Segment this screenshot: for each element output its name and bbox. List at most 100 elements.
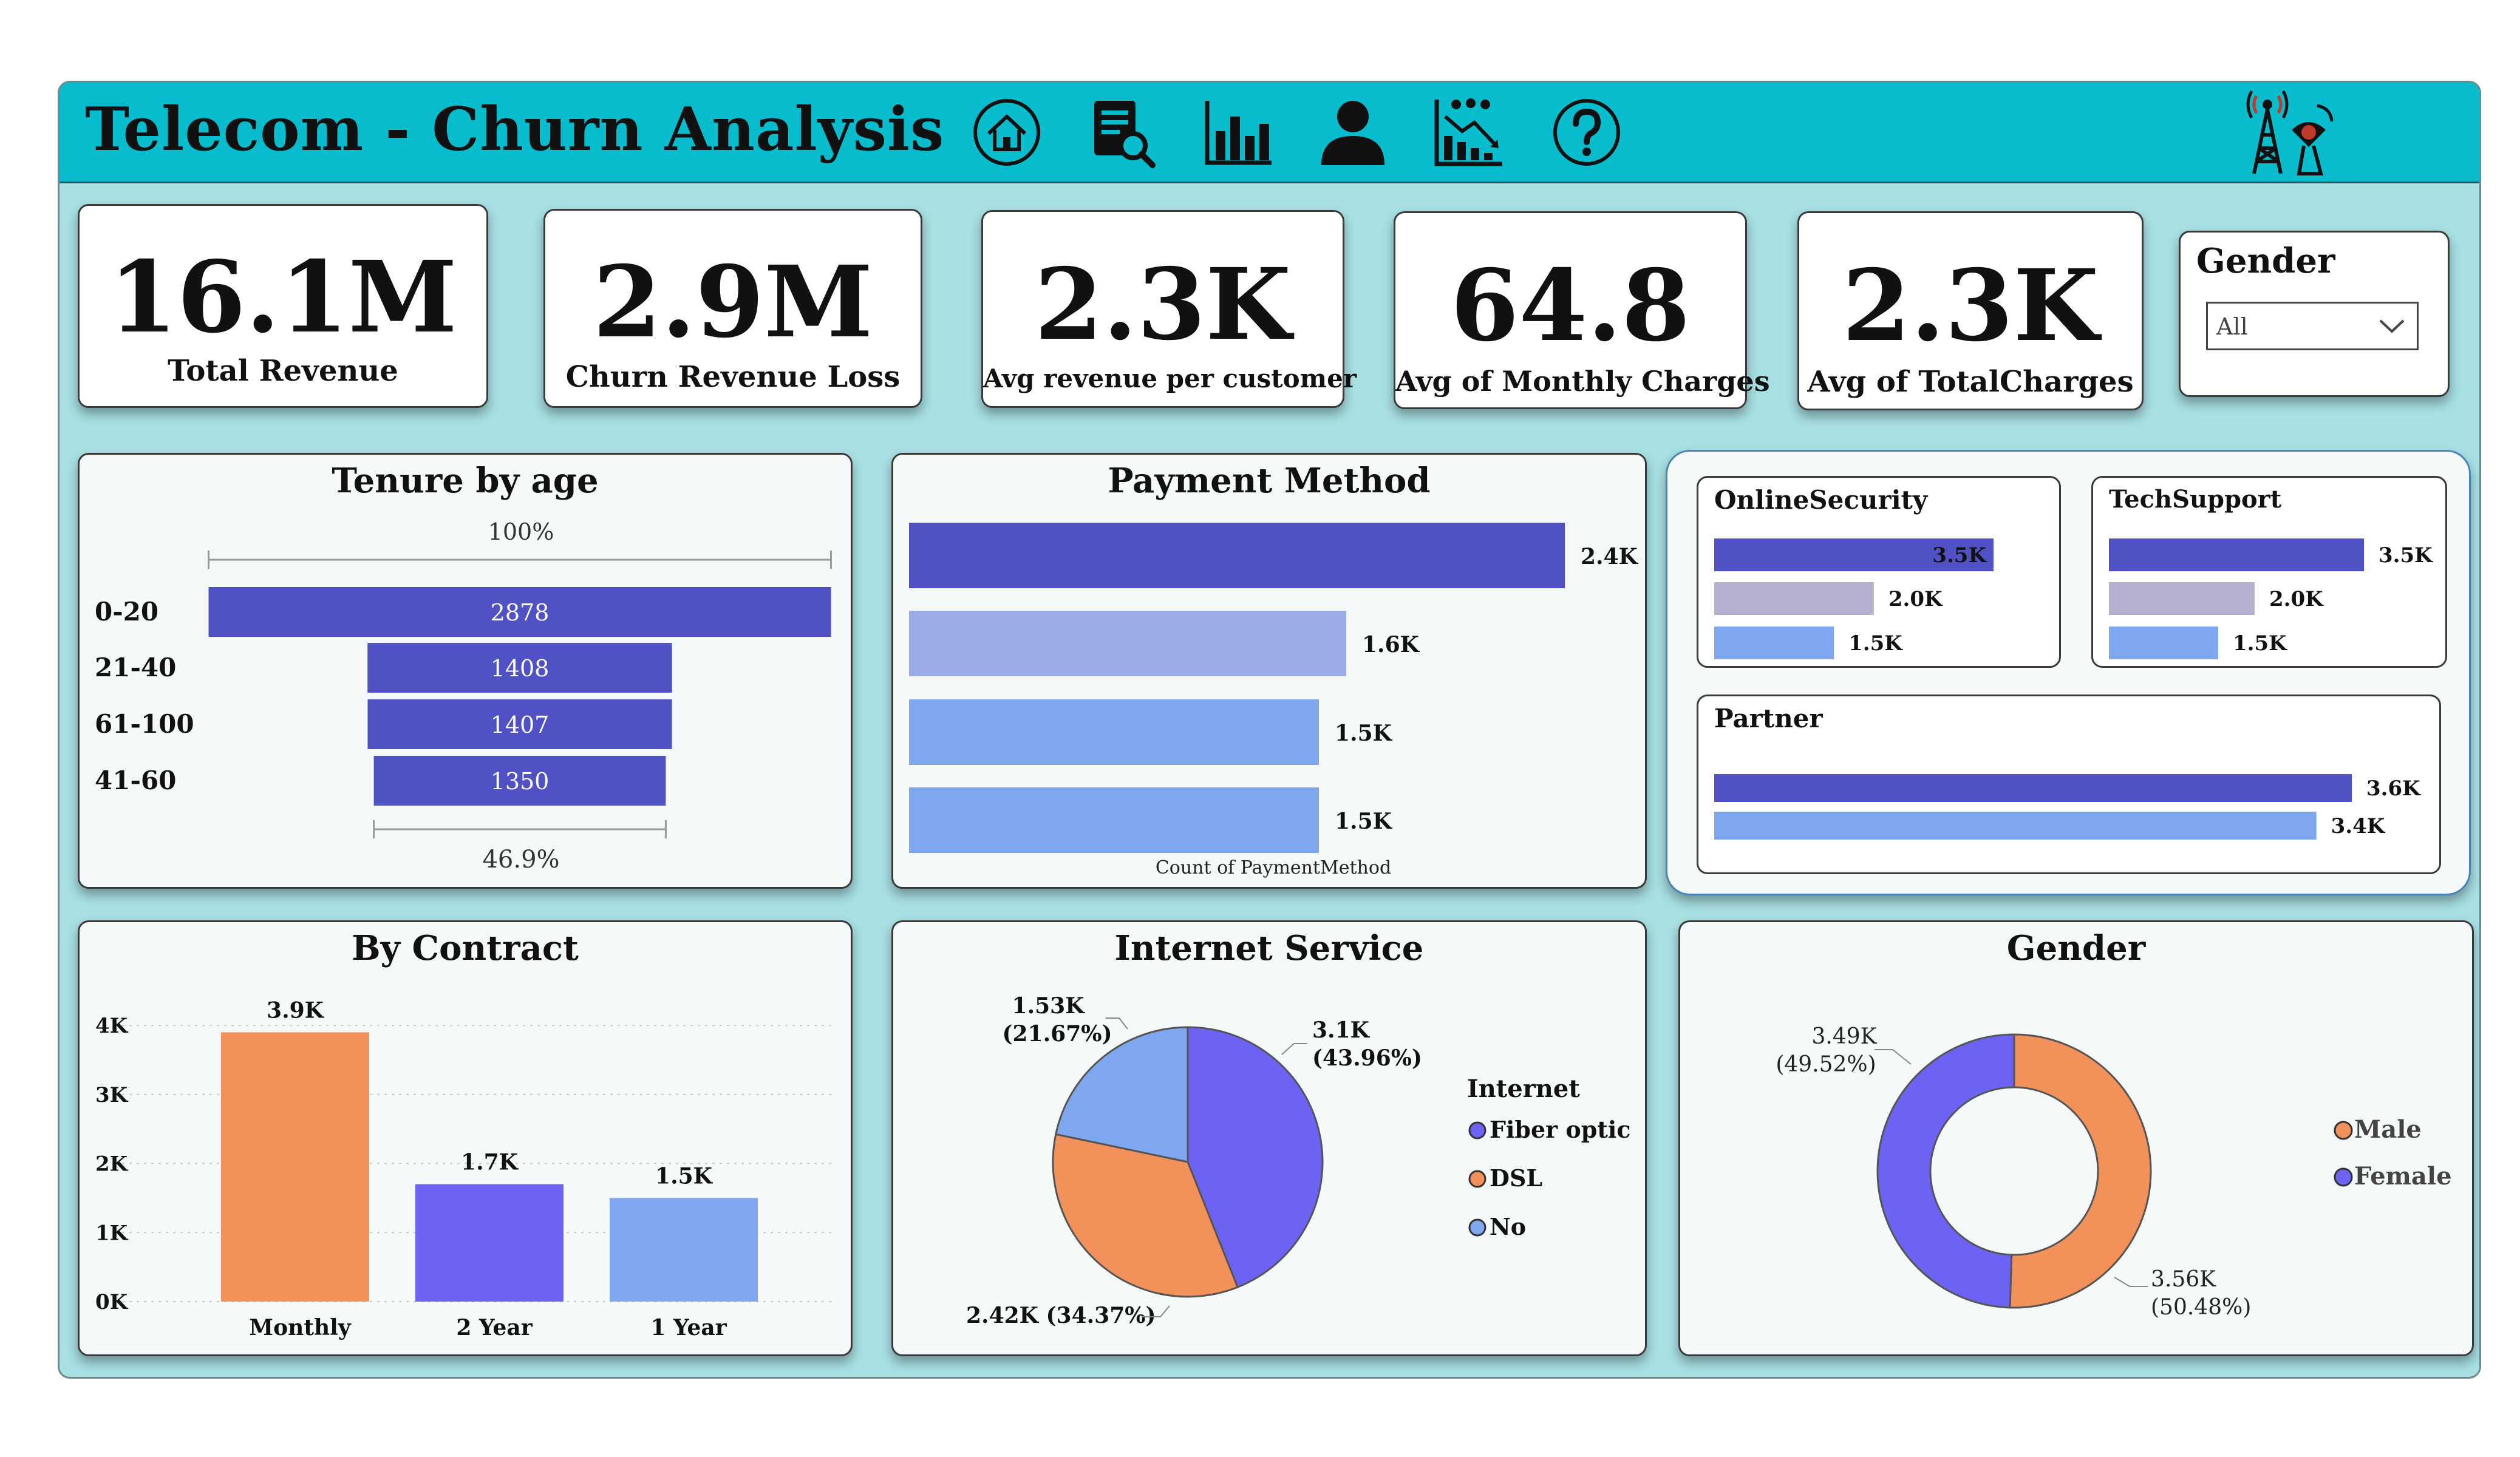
kpi-label: Avg of Monthly Charges [1395,365,1770,398]
donut-label: (49.52%) [1776,1052,1876,1077]
contract-bar [221,1032,369,1302]
donut-label: (50.48%) [2151,1295,2251,1320]
service-bar [1714,774,2352,802]
service-bar-label: 1.5K [2233,631,2287,656]
donut-label: 3.56K [2151,1267,2216,1292]
kpi-label: Avg revenue per customer [983,364,1357,393]
header-bar: Telecom - Churn Analysis [60,83,2479,183]
service-bar [1714,582,1874,615]
kpi-value: 64.8 [1450,248,1691,364]
y-tick-label: 2K [95,1152,129,1177]
funnel-category-label: 41-60 [95,766,176,795]
funnel-bar-label: 1408 [491,655,550,682]
payment-bar [909,611,1346,676]
chevron-down-icon [2379,319,2405,333]
pie-label: 3.1K [1312,1017,1371,1043]
online-security-panel: OnlineSecurity 3.5K 2.0K 1.5K [1697,476,2061,668]
payment-axis-label: Count of PaymentMethod [1156,857,1391,878]
partner-panel: Partner 3.6K 3.4K [1697,695,2441,874]
internet-pie-chart: 3.1K(43.96%) 2.42K (34.37%) 1.53K(21.67%) I… [966,993,1630,1328]
legend-label: Female [2354,1162,2452,1190]
contract-bar-label: 3.9K [267,997,325,1023]
x-tick-label: 1 Year [650,1315,727,1340]
telecom-tower-icon [2246,90,2334,175]
payment-bar-label: 1.6K [1362,632,1420,657]
kpi-value: 2.3K [1842,248,2099,364]
service-bar-label: 3.5K [2379,543,2433,568]
tech-support-chart: 3.5K 2.0K 1.5K [2109,538,2433,659]
service-bar [2109,582,2255,615]
by-contract-panel: By Contract 0K 1K 2K 3K 4K 3.9K Monthly 1.7K 2 Y… [78,920,853,1356]
tenure-by-age-panel: Tenure by age 100% 2878 0-20 1408 21-40 1407 6… [78,453,853,889]
donut-slice [2009,1033,2152,1309]
legend-marker [1468,1218,1486,1237]
pie-label: (21.67%) [1002,1021,1112,1047]
legend-label: Male [2354,1115,2422,1144]
x-tick-label: Monthly [249,1315,352,1340]
donut-slice [1876,1033,2015,1309]
funnel-bar-label: 1407 [491,712,550,738]
contract-bar-chart: 0K 1K 2K 3K 4K 3.9K Monthly 1.7K 2 Year 1.5K 1 Yea… [95,997,836,1340]
services-group: OnlineSecurity 3.5K 2.0K 1.5K TechSupport … [1666,450,2471,895]
home-icon[interactable] [970,96,1043,169]
legend-label: DSL [1490,1164,1542,1192]
legend-label: Fiber optic [1490,1116,1630,1143]
funnel-top-bracket [208,551,832,569]
slicer-title: Gender [2196,241,2335,281]
internet-service-panel: Internet Service 3.1K (43.96%) 2.42K (34.3… [891,920,1647,1356]
contract-bar [610,1198,758,1302]
funnel-bar-label: 1350 [491,768,550,795]
kpi-value: 2.9M [593,245,873,360]
legend-title: Internet [1467,1075,1580,1103]
pie-leader [1281,1043,1307,1055]
kpi-avg-revenue-per-customer: 2.3K Avg revenue per customer [981,210,1357,408]
gender-slicer: Gender All [2179,231,2450,397]
payment-bar-label: 1.5K [1335,721,1393,746]
payment-method-panel: Payment Method 2.4K 1.6K 1.5K 1.5K Count of … [891,453,1647,889]
service-bar-label: 2.0K [1888,587,1943,611]
help-icon[interactable] [1550,96,1623,169]
funnel-category-label: 61-100 [95,709,194,739]
page-title: Telecom - Churn Analysis [85,95,945,165]
kpi-label: Avg of TotalCharges [1807,365,2134,399]
service-bar-label: 2.0K [2269,587,2324,611]
service-bar-label: 3.5K [1932,543,1987,568]
decline-chart-icon[interactable] [1432,96,1505,169]
service-bar-label: 3.6K [2366,776,2421,801]
dropdown-selected-value: All [2216,313,2248,340]
bar-chart-icon[interactable] [1201,96,1274,169]
legend-label: No [1490,1213,1526,1240]
kpi-avg-total-charges: 2.3K Avg of TotalCharges [1797,211,2144,410]
funnel-top-percent: 100% [488,518,554,545]
y-tick-label: 1K [95,1221,129,1245]
legend-marker [1468,1170,1486,1188]
funnel-bottom-bracket [373,820,667,838]
gender-dropdown[interactable]: All [2206,302,2419,350]
y-tick-label: 0K [95,1290,129,1314]
donut-leader [1875,1049,1912,1065]
tech-support-panel: TechSupport 3.5K 2.0K 1.5K [2091,476,2447,668]
dashboard-canvas: Telecom - Churn Analysis 16.1M Total Rev… [58,81,2481,1379]
service-bar-label: 1.5K [1848,631,1903,656]
service-bar-label: 3.4K [2331,814,2386,838]
funnel-bar-label: 2878 [491,599,550,626]
report-search-icon[interactable] [1086,96,1159,169]
user-icon[interactable] [1316,96,1389,169]
legend-marker [2334,1167,2353,1187]
funnel-bottom-percent: 46.9% [482,846,559,874]
funnel-category-label: 0-20 [95,597,158,627]
service-bar [1714,627,1834,659]
kpi-total-revenue: 16.1M Total Revenue [78,204,488,408]
legend-marker [1468,1121,1486,1139]
kpi-churn-revenue-loss: 2.9M Churn Revenue Loss [543,209,922,408]
payment-bar [909,787,1319,853]
pie-label: 1.53K [1012,993,1086,1019]
payment-bar [909,699,1319,765]
contract-bar-label: 1.7K [461,1150,519,1175]
contract-bar-label: 1.5K [655,1163,713,1189]
funnel-category-label: 21-40 [95,653,176,682]
kpi-avg-monthly-charges: 64.8 Avg of Monthly Charges [1394,211,1770,409]
online-security-chart: 3.5K 2.0K 1.5K [1714,538,1994,659]
kpi-label: Total Revenue [168,354,398,388]
kpi-value: 16.1M [109,240,457,355]
